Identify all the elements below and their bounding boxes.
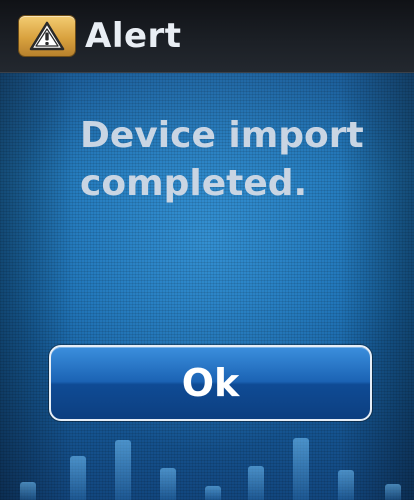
eq-bar (205, 486, 221, 500)
warning-badge (19, 16, 75, 56)
alert-screen: Alert Device import completed. Ok (0, 0, 414, 500)
eq-bar (160, 468, 176, 500)
message-line-2: completed. (80, 163, 308, 204)
eq-bar (115, 440, 131, 500)
eq-bar (385, 484, 401, 500)
eq-bar (338, 470, 354, 500)
ok-button[interactable]: Ok (49, 345, 372, 421)
message-line-1: Device import (80, 115, 364, 156)
ok-button-label: Ok (181, 361, 240, 405)
eq-bar (293, 438, 309, 500)
eq-bar (70, 456, 86, 500)
title-bar: Alert (0, 0, 414, 73)
decorative-equalizer (0, 430, 414, 500)
alert-message: Device import completed. (80, 112, 380, 208)
vignette (0, 0, 414, 500)
dialog-title: Alert (85, 16, 182, 56)
eq-bar (248, 466, 264, 500)
warning-icon (29, 21, 65, 51)
eq-bar (20, 482, 36, 500)
